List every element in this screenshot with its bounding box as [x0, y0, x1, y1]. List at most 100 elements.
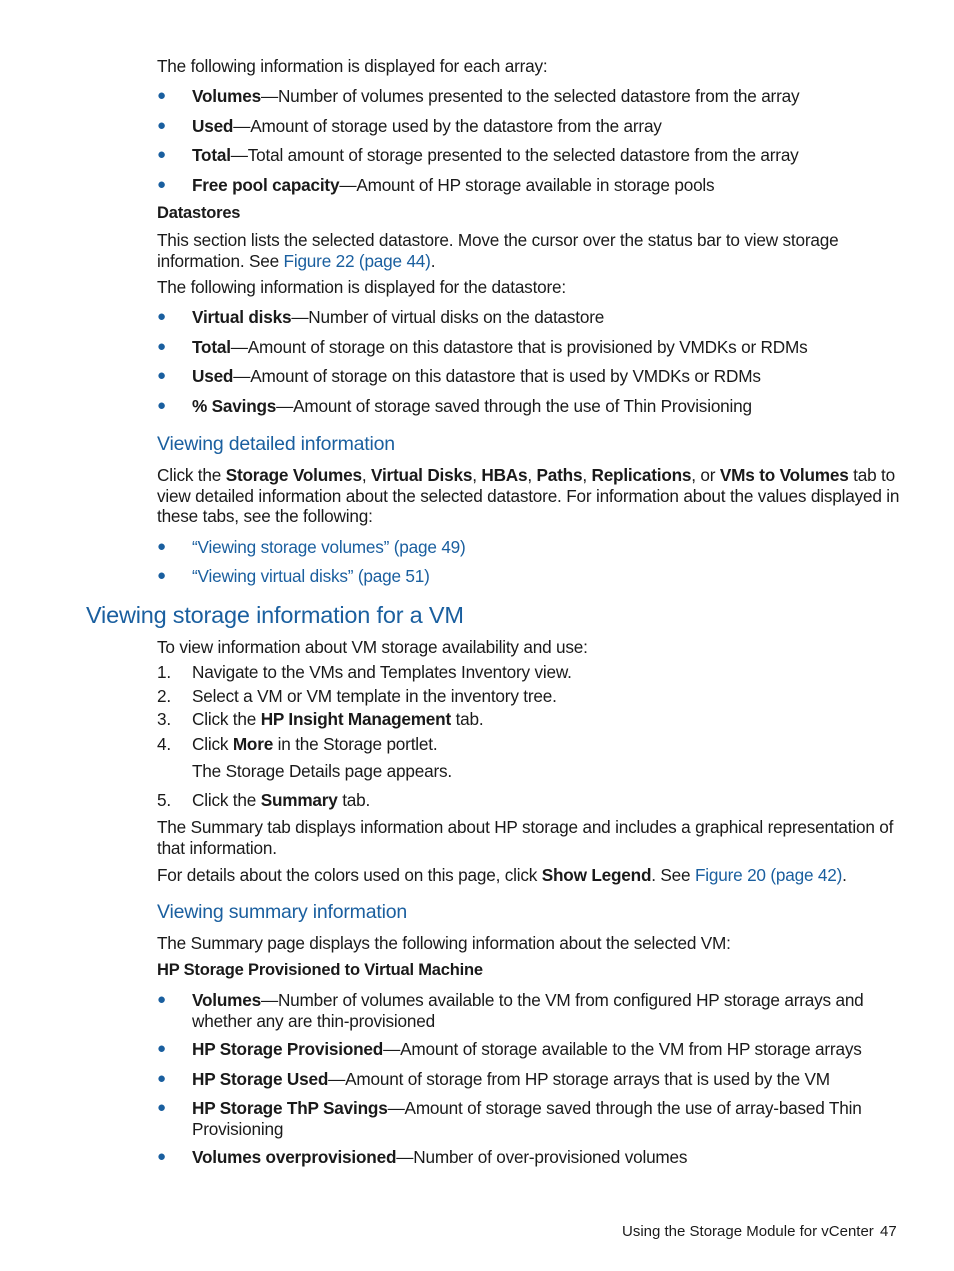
- list-item: ● Virtual disks—Number of virtual disks …: [157, 307, 902, 328]
- description: —Number of over-provisioned volumes: [396, 1147, 688, 1167]
- tab-name-paths: Paths: [536, 465, 583, 485]
- list-item: ● HP Storage ThP Savings—Amount of stora…: [157, 1098, 902, 1139]
- term: Total: [192, 337, 231, 357]
- datastores-intro: The following information is displayed f…: [157, 277, 566, 297]
- tab-name-storage-volumes: Storage Volumes: [225, 465, 362, 485]
- ui-term: HP Insight Management: [260, 709, 452, 729]
- paragraph-text: .: [842, 865, 847, 885]
- description: —Amount of storage used by the datastore…: [233, 116, 662, 136]
- separator: , or: [691, 465, 720, 485]
- paragraph-text: . See: [651, 865, 695, 885]
- ui-term: More: [232, 734, 274, 754]
- separator: ,: [527, 465, 537, 485]
- list-item: ● Total—Total amount of storage presente…: [157, 145, 902, 166]
- detailed-heading: Viewing detailed information: [157, 433, 395, 455]
- page-number: 47: [880, 1223, 897, 1240]
- paragraph-text: For details about the colors used on thi…: [157, 865, 542, 885]
- step-text: Click: [192, 734, 233, 754]
- term: Used: [192, 366, 234, 386]
- step-text: Select a VM or VM template in the invent…: [192, 686, 557, 706]
- step-text: tab.: [337, 790, 371, 810]
- step-text: Click the: [192, 709, 261, 729]
- description: —Amount of storage on this datastore tha…: [233, 366, 761, 386]
- step-4-result: The Storage Details page appears.: [192, 761, 452, 781]
- step-text: Click the: [192, 790, 261, 810]
- tab-name-virtual-disks: Virtual Disks: [370, 465, 473, 485]
- description: —Amount of storage from HP storage array…: [328, 1069, 830, 1089]
- term: Virtual disks: [192, 307, 292, 327]
- detailed-paragraph: Click the Storage Volumes, Virtual Disks…: [157, 465, 902, 527]
- list-item: ● % Savings—Amount of storage saved thro…: [157, 396, 902, 417]
- ui-term: Show Legend: [541, 865, 652, 885]
- list-item: ● Free pool capacity—Amount of HP storag…: [157, 175, 902, 196]
- description: —Number of volumes available to the VM f…: [192, 990, 864, 1031]
- paragraph-text: This section lists the selected datastor…: [157, 230, 839, 271]
- tab-name-vms-to-volumes: VMs to Volumes: [719, 465, 849, 485]
- summary-subheading: HP Storage Provisioned to Virtual Machin…: [157, 961, 483, 979]
- term: HP Storage ThP Savings: [192, 1098, 388, 1118]
- term: Volumes: [192, 990, 261, 1010]
- paragraph-text: .: [430, 250, 436, 271]
- bullet-icon: ●: [157, 991, 166, 1008]
- figure-20-link[interactable]: Figure 20 (page 42): [695, 865, 842, 885]
- list-item: ● Volumes overprovisioned—Number of over…: [157, 1147, 902, 1168]
- summary-tab-paragraph: The Summary tab displays information abo…: [157, 817, 894, 858]
- list-item: ● “Viewing virtual disks” (page 51): [157, 566, 902, 587]
- paragraph-text: Click the: [157, 465, 226, 485]
- tab-name-replications: Replications: [591, 465, 692, 485]
- legend-paragraph: For details about the colors used on thi…: [157, 865, 902, 886]
- bullet-icon: ●: [157, 567, 166, 584]
- array-intro: The following information is displayed f…: [157, 56, 548, 76]
- bullet-icon: ●: [157, 117, 166, 134]
- list-item: ● “Viewing storage volumes” (page 49): [157, 537, 902, 558]
- bullet-icon: ●: [157, 146, 166, 163]
- summary-intro: The Summary page displays the following …: [157, 933, 731, 953]
- bullet-icon: ●: [157, 1099, 166, 1116]
- list-item: ● HP Storage Used—Amount of storage from…: [157, 1069, 902, 1090]
- bullet-icon: ●: [157, 338, 166, 355]
- bullet-icon: ●: [157, 176, 166, 193]
- step-number: 3.: [157, 709, 171, 729]
- term: Total: [192, 145, 231, 165]
- term: Used: [192, 116, 234, 136]
- bullet-icon: ●: [157, 1070, 166, 1087]
- figure-22-link[interactable]: Figure 22 (page 44): [284, 251, 431, 271]
- document-page: The following information is displayed f…: [0, 0, 954, 1271]
- tab-name-hbas: HBAs: [481, 465, 528, 485]
- step-number: 5.: [157, 790, 171, 810]
- step-item: 3. Click the HP Insight Management tab.: [157, 709, 902, 730]
- step-number: 2.: [157, 686, 171, 706]
- description: —Total amount of storage presented to th…: [230, 145, 799, 165]
- list-item: ● Volumes—Number of volumes presented to…: [157, 86, 902, 107]
- bullet-icon: ●: [157, 367, 166, 384]
- step-number: 4.: [157, 734, 171, 754]
- ui-term: Summary: [260, 790, 338, 810]
- term: HP Storage Provisioned: [192, 1039, 384, 1059]
- vm-intro: To view information about VM storage ava…: [157, 637, 588, 657]
- list-item: ● Total—Amount of storage on this datast…: [157, 337, 902, 358]
- bullet-icon: ●: [157, 1040, 166, 1057]
- description: —Amount of storage available to the VM f…: [383, 1039, 862, 1059]
- step-text: tab.: [451, 709, 484, 729]
- list-item: ● Used—Amount of storage used by the dat…: [157, 116, 902, 137]
- term: Free pool capacity: [192, 175, 340, 195]
- datastores-heading: Datastores: [157, 204, 241, 222]
- datastores-paragraph: This section lists the selected datastor…: [157, 230, 902, 271]
- section-heading: Viewing storage information for a VM: [86, 602, 464, 628]
- term: % Savings: [192, 396, 277, 416]
- step-number: 1.: [157, 662, 171, 682]
- description: —Amount of HP storage available in stora…: [339, 175, 715, 195]
- bullet-icon: ●: [157, 538, 166, 555]
- summary-heading: Viewing summary information: [157, 901, 408, 923]
- term: HP Storage Used: [192, 1069, 329, 1089]
- list-item: ● HP Storage Provisioned—Amount of stora…: [157, 1039, 902, 1060]
- viewing-virtual-disks-link[interactable]: “Viewing virtual disks” (page 51): [192, 566, 902, 587]
- viewing-storage-volumes-link[interactable]: “Viewing storage volumes” (page 49): [192, 537, 902, 558]
- term: Volumes overprovisioned: [192, 1147, 397, 1167]
- step-text: Navigate to the VMs and Templates Invent…: [192, 662, 572, 682]
- description: —Number of volumes presented to the sele…: [260, 86, 800, 106]
- bullet-icon: ●: [157, 397, 166, 414]
- step-item: 2. Select a VM or VM template in the inv…: [157, 686, 902, 707]
- bullet-icon: ●: [157, 1148, 166, 1165]
- step-text: in the Storage portlet.: [273, 734, 438, 754]
